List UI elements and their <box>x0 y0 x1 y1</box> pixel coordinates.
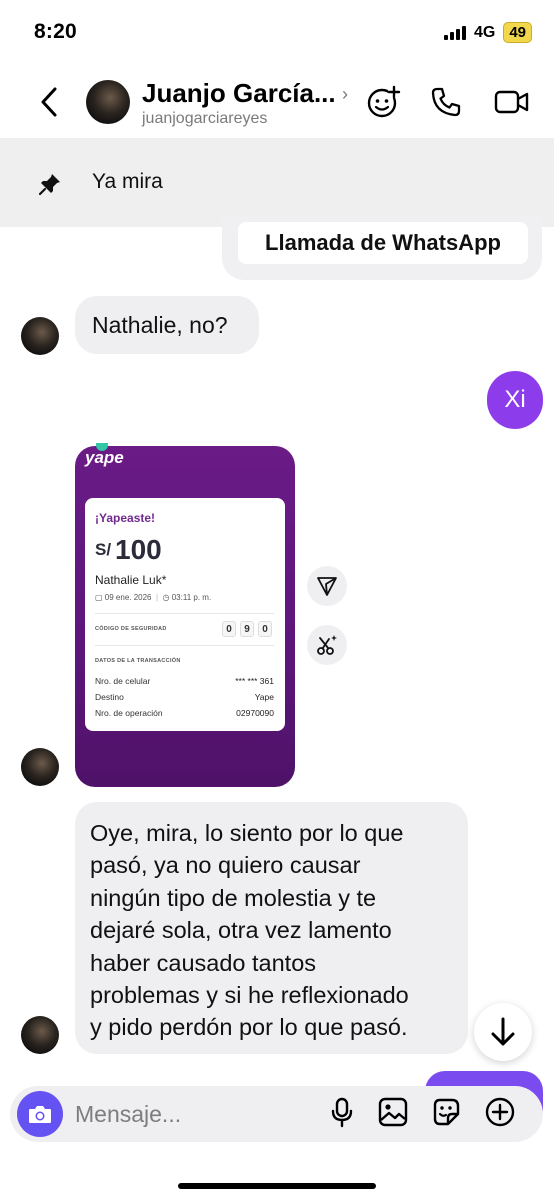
gallery-icon[interactable] <box>377 1096 409 1128</box>
status-indicators: 4G 49 <box>443 22 532 43</box>
yape-row-value: 02970090 <box>236 708 274 718</box>
arrow-down-icon <box>491 1017 515 1046</box>
avatar[interactable] <box>21 748 59 786</box>
yape-row-value: *** *** 361 <box>235 676 274 686</box>
divider <box>95 645 274 646</box>
clock-icon: ◷ <box>162 593 170 602</box>
avatar[interactable] <box>86 80 130 124</box>
scroll-to-bottom-button[interactable] <box>474 1003 532 1061</box>
yape-transaction-label: DATOS DE LA TRANSACCIÓN <box>95 658 181 664</box>
calendar-icon: ▢ <box>95 593 103 602</box>
pinned-text: Ya mira <box>92 170 163 193</box>
message-line: y pido perdón por lo que pasó. <box>90 1014 408 1041</box>
message-input[interactable] <box>75 1097 315 1131</box>
security-digit: 0 <box>258 621 272 637</box>
send-icon <box>317 577 337 596</box>
microphone-icon[interactable] <box>326 1096 358 1128</box>
message-bubble-incoming[interactable]: Oye, mira, lo siento por lo que pasó, ya… <box>75 802 468 1054</box>
yape-row-value: Yape <box>254 692 274 702</box>
back-chevron-icon[interactable] <box>36 86 64 118</box>
yape-row-label: Nro. de operación <box>95 708 163 718</box>
yape-logo: yape <box>85 448 124 467</box>
phone-icon[interactable] <box>428 84 464 120</box>
home-indicator <box>178 1183 376 1189</box>
message-line: pasó, ya no quiero causar <box>90 852 361 879</box>
whatsapp-call-card[interactable]: Llamada de WhatsApp <box>238 222 528 264</box>
yape-row-label: Nro. de celular <box>95 676 151 686</box>
sticker-icon[interactable] <box>430 1096 462 1128</box>
security-digit: 9 <box>240 621 254 637</box>
plus-icon[interactable] <box>484 1096 516 1128</box>
avatar[interactable] <box>21 1016 59 1054</box>
effects-icon[interactable] <box>366 84 402 120</box>
message-line: problemas y si he reflexionado <box>90 982 409 1009</box>
message-line: Oye, mira, lo siento por lo que <box>90 820 404 846</box>
contact-name[interactable]: Juanjo García... <box>142 78 336 109</box>
avatar[interactable] <box>21 317 59 355</box>
yape-time: 03:11 p. m. <box>171 593 212 602</box>
video-icon[interactable] <box>494 84 530 120</box>
camera-icon <box>29 1106 51 1123</box>
pinned-message-bar[interactable] <box>0 138 554 227</box>
message-line: ningún tipo de molestia y te <box>90 884 377 911</box>
yape-security-label: CÓDIGO DE SEGURIDAD <box>95 626 167 632</box>
camera-button[interactable] <box>17 1091 63 1137</box>
yape-amount: 100 <box>115 534 162 565</box>
ai-edit-button[interactable] <box>307 625 347 665</box>
message-line: dejaré sola, otra vez lamento <box>90 917 392 944</box>
yape-currency: S/ <box>95 540 112 559</box>
battery-icon: 49 <box>503 22 532 43</box>
chevron-right-icon[interactable]: › <box>342 84 348 105</box>
yape-row-label: Destino <box>95 692 124 702</box>
yape-date: 09 ene. 2026 <box>104 593 152 602</box>
share-button[interactable] <box>307 566 347 606</box>
divider <box>95 613 274 614</box>
yape-title: ¡Yapeaste! <box>95 511 156 525</box>
message-bubble-outgoing[interactable]: Xi <box>487 371 543 429</box>
pin-icon <box>38 174 60 196</box>
network-label: 4G <box>473 23 496 41</box>
scissors-sparkle-icon <box>317 635 337 655</box>
signal-icon <box>443 25 466 40</box>
message-bubble-incoming[interactable]: Nathalie, no? <box>75 296 259 354</box>
message-line: haber causado tantos <box>90 949 317 976</box>
security-digit: 0 <box>222 621 236 637</box>
status-time: 8:20 <box>34 20 77 43</box>
yape-datetime: ▢ 09 ene. 2026 | ◷ 03:11 p. m. <box>95 593 212 602</box>
yape-recipient: Nathalie Luk* <box>95 573 167 587</box>
contact-username[interactable]: juanjogarciareyes <box>142 110 267 128</box>
